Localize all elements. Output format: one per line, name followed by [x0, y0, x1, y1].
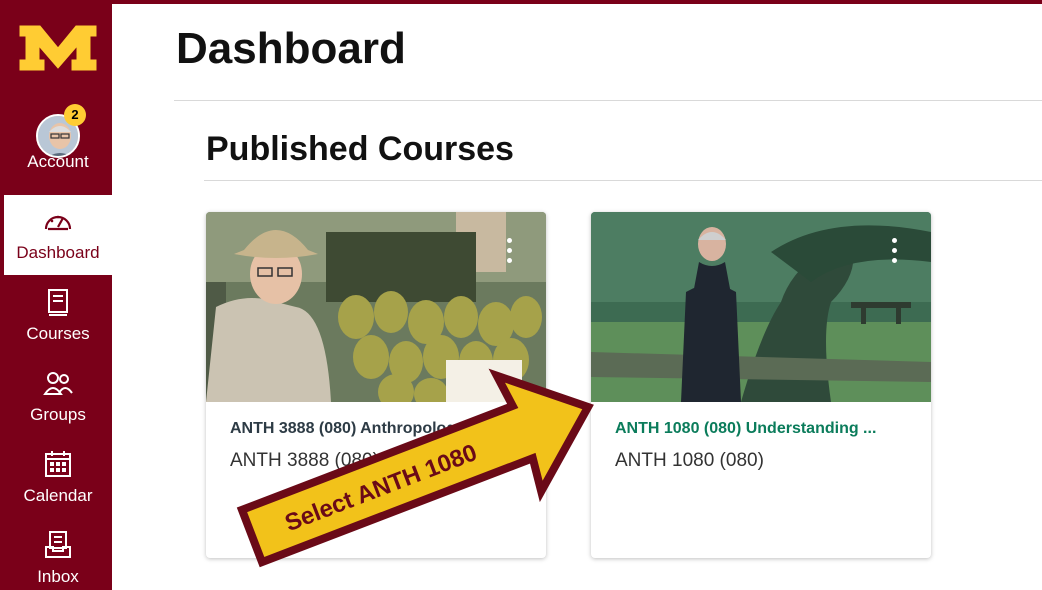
- course-name[interactable]: ANTH 3888 (080) Anthropology o...: [230, 420, 522, 438]
- nav-groups[interactable]: Groups: [4, 357, 112, 437]
- title-divider: [174, 100, 1042, 101]
- notification-badge: 2: [64, 104, 86, 126]
- card-options-menu[interactable]: [504, 238, 514, 268]
- course-card-anth-3888[interactable]: ANTH 3888 (080) Anthropology o... ANTH 3…: [206, 212, 546, 558]
- nav-account[interactable]: 2 Account: [4, 104, 112, 184]
- nav-account-label: Account: [27, 152, 89, 171]
- nav-courses[interactable]: Courses: [4, 276, 112, 356]
- course-card-anth-1080[interactable]: ANTH 1080 (080) Understanding ... ANTH 1…: [591, 212, 931, 558]
- calendar-icon: [45, 451, 71, 477]
- nav-inbox[interactable]: Inbox: [4, 519, 112, 590]
- course-code: ANTH 1080 (080): [615, 450, 764, 471]
- course-card-image[interactable]: [591, 212, 931, 402]
- nav-dashboard[interactable]: Dashboard: [4, 195, 112, 275]
- course-code: ANTH 3888 (080): [230, 450, 379, 471]
- course-card-image[interactable]: [206, 212, 546, 402]
- section-title: Published Courses: [206, 130, 514, 168]
- page-title: Dashboard: [176, 24, 406, 73]
- nav-inbox-label: Inbox: [37, 567, 79, 586]
- book-icon: [48, 289, 68, 316]
- nav-courses-label: Courses: [26, 324, 90, 343]
- course-name[interactable]: ANTH 1080 (080) Understanding ...: [615, 420, 907, 438]
- section-divider: [204, 180, 1042, 181]
- nav-dashboard-label: Dashboard: [16, 243, 100, 262]
- global-navigation: 2 Account Dashboard Courses Groups Calen…: [4, 4, 112, 590]
- university-logo-icon[interactable]: [18, 22, 98, 72]
- nav-groups-label: Groups: [30, 405, 86, 424]
- dashboard-gauge-icon: [44, 215, 72, 231]
- card-options-menu[interactable]: [889, 238, 899, 268]
- nav-calendar-label: Calendar: [23, 486, 93, 505]
- groups-people-icon: [43, 372, 73, 395]
- nav-calendar[interactable]: Calendar: [4, 438, 112, 518]
- inbox-icon: [45, 531, 71, 558]
